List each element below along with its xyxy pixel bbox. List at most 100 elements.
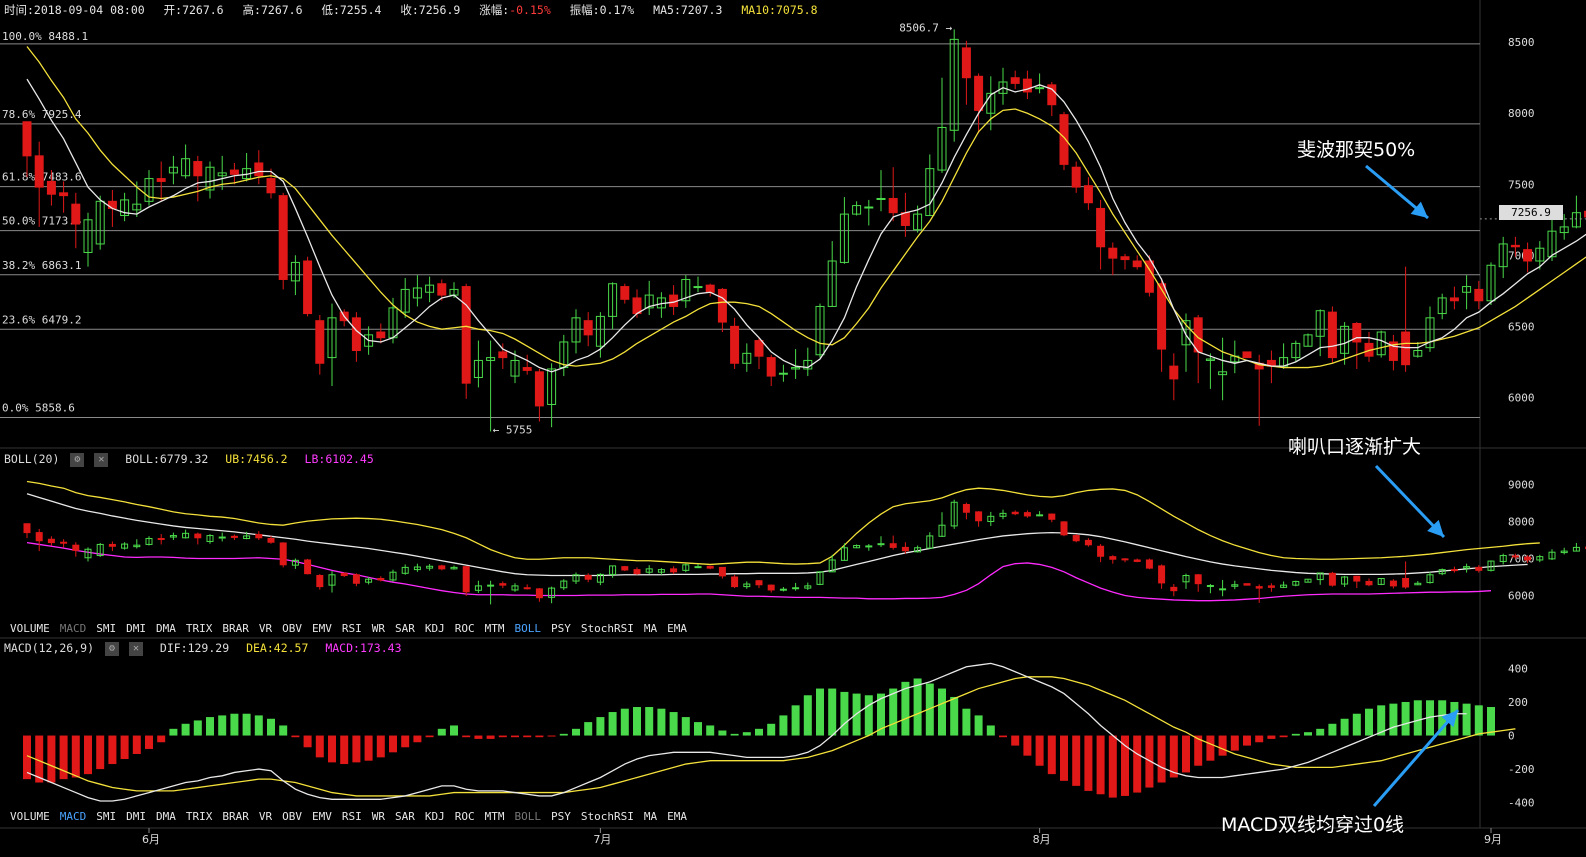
tab-wr[interactable]: WR — [372, 622, 385, 635]
macd-histogram-bar — [584, 722, 593, 736]
tab-smi[interactable]: SMI — [96, 622, 116, 635]
macd-histogram-bar — [47, 735, 56, 783]
tab-kdj[interactable]: KDJ — [425, 810, 445, 823]
tab-sar[interactable]: SAR — [395, 622, 415, 635]
header-ma10: MA10:7075.8 — [741, 3, 818, 17]
tab-psy[interactable]: PSY — [551, 622, 571, 635]
tab-macd[interactable]: MACD — [60, 622, 87, 635]
candle-body — [1474, 288, 1484, 302]
candle-body — [1242, 351, 1252, 359]
boll-candle-body — [1170, 586, 1178, 592]
candle-body — [156, 178, 166, 182]
boll-candle-body — [1475, 566, 1483, 571]
boll-candle-body — [438, 565, 446, 570]
candle-body — [888, 197, 898, 214]
boll-candle-body — [767, 584, 775, 591]
tab-mtm[interactable]: MTM — [485, 622, 505, 635]
tab-emv[interactable]: EMV — [312, 622, 332, 635]
tab-brar[interactable]: BRAR — [222, 810, 249, 823]
tab-smi[interactable]: SMI — [96, 810, 116, 823]
y-tick-label: 400 — [1508, 662, 1528, 675]
macd-close-icon[interactable]: ✕ — [128, 641, 143, 656]
macd-histogram-bar — [169, 728, 178, 736]
macd-histogram-bar — [938, 688, 946, 736]
tab-kdj[interactable]: KDJ — [425, 622, 445, 635]
tab-ema[interactable]: EMA — [667, 622, 687, 635]
tab-stochrsi[interactable]: StochRSI — [581, 622, 634, 635]
tab-roc[interactable]: ROC — [455, 810, 475, 823]
candle-body — [705, 284, 715, 293]
boll-candle-body — [1145, 559, 1153, 569]
boll-candle-body — [1072, 535, 1080, 542]
tab-vr[interactable]: VR — [259, 622, 272, 635]
macd-histogram-bar — [1389, 703, 1398, 736]
boll-candle-body — [1353, 575, 1361, 582]
macd-histogram-bar — [291, 735, 300, 738]
macd-histogram-bar — [889, 688, 898, 736]
tab-obv[interactable]: OBV — [282, 622, 302, 635]
macd-histogram-bar — [1047, 735, 1056, 775]
tab-trix[interactable]: TRIX — [186, 622, 213, 635]
macd-histogram-bar — [352, 735, 361, 763]
candle-body — [437, 283, 447, 296]
tab-trix[interactable]: TRIX — [186, 810, 213, 823]
tab-emv[interactable]: EMV — [312, 810, 332, 823]
tab-dma[interactable]: DMA — [156, 622, 176, 635]
macd-histogram-bar — [608, 712, 617, 736]
candle-body — [498, 351, 508, 359]
macd-histogram-bar — [1096, 735, 1105, 795]
candle-body — [583, 320, 593, 336]
tab-brar[interactable]: BRAR — [222, 622, 249, 635]
tab-rsi[interactable]: RSI — [342, 622, 362, 635]
macd-histogram-bar — [181, 723, 190, 736]
macd-settings-icon[interactable]: ⚙ — [104, 641, 119, 656]
tab-obv[interactable]: OBV — [282, 810, 302, 823]
tab-sar[interactable]: SAR — [395, 810, 415, 823]
boll-candle-body — [1121, 558, 1129, 561]
tab-rsi[interactable]: RSI — [342, 810, 362, 823]
header-change: 涨幅:-0.15% — [479, 3, 550, 17]
candle-body — [1071, 166, 1081, 188]
candle-body — [900, 212, 910, 226]
y-tick-label: 6000 — [1508, 391, 1535, 404]
boll-candle-body — [792, 587, 800, 590]
ohlc-header: 时间:2018-09-04 08:00 开:7267.6 高:7267.6 低:… — [4, 2, 830, 18]
tab-boll[interactable]: BOLL — [515, 622, 542, 635]
boll-close-icon[interactable]: ✕ — [94, 452, 109, 467]
tab-dma[interactable]: DMA — [156, 810, 176, 823]
tab-dmi[interactable]: DMI — [126, 810, 146, 823]
candle-body — [1059, 114, 1069, 165]
macd-histogram-bar — [596, 717, 605, 736]
tab-stochrsi[interactable]: StochRSI — [581, 810, 634, 823]
tab-wr[interactable]: WR — [372, 810, 385, 823]
tab-ema[interactable]: EMA — [667, 810, 687, 823]
candle-body — [522, 367, 532, 371]
tab-vr[interactable]: VR — [259, 810, 272, 823]
tab-roc[interactable]: ROC — [455, 622, 475, 635]
tab-boll[interactable]: BOLL — [515, 810, 542, 823]
boll-candle-body — [1194, 574, 1202, 585]
macd-histogram-bar — [1084, 735, 1093, 791]
boll-settings-icon[interactable]: ⚙ — [70, 452, 85, 467]
tab-volume[interactable]: VOLUME — [10, 810, 50, 823]
macd-histogram-bar — [450, 725, 458, 736]
macd-histogram-bar — [511, 735, 519, 738]
macd-histogram-bar — [157, 735, 166, 743]
annotation-macd: MACD双线均穿过0线 — [1221, 814, 1405, 836]
macd-histogram-bar — [132, 735, 141, 754]
tab-ma[interactable]: MA — [644, 622, 657, 635]
boll-candle-body — [755, 580, 763, 586]
tab-macd[interactable]: MACD — [60, 810, 87, 823]
macd-histogram-bar — [755, 728, 763, 736]
macd-histogram-bar — [950, 696, 959, 736]
boll-candle-body — [1219, 588, 1227, 591]
tab-dmi[interactable]: DMI — [126, 622, 146, 635]
boll-candle-body — [377, 577, 385, 581]
tab-psy[interactable]: PSY — [551, 810, 571, 823]
tab-volume[interactable]: VOLUME — [10, 622, 50, 635]
candle-body — [961, 47, 971, 79]
tab-mtm[interactable]: MTM — [485, 810, 505, 823]
boll-candle-body — [1524, 556, 1532, 561]
ma10-line — [26, 46, 1586, 369]
tab-ma[interactable]: MA — [644, 810, 657, 823]
